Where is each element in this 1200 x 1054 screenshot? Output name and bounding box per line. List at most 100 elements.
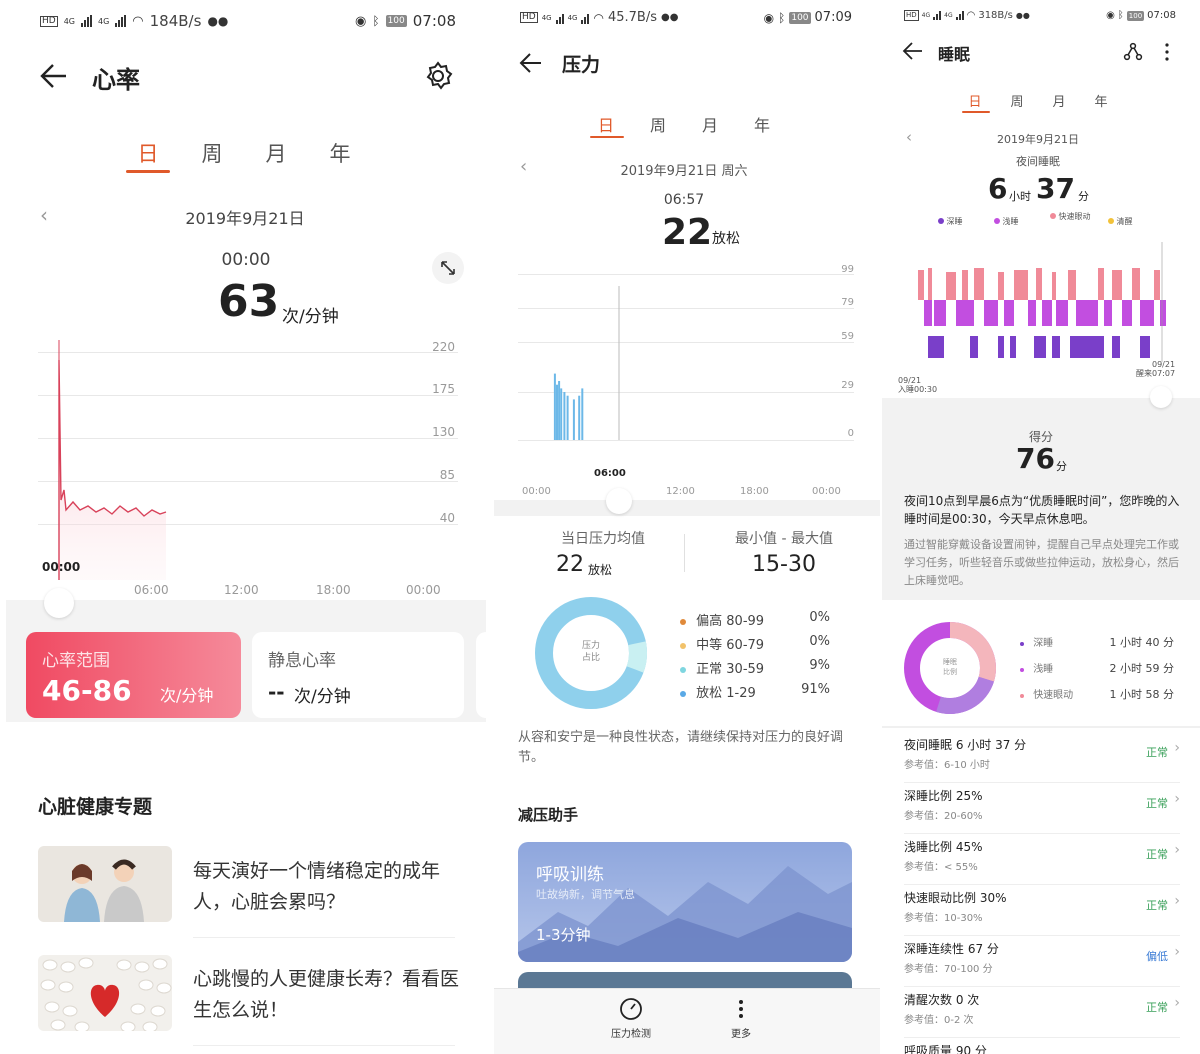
clock: 07:08 [412,12,456,30]
list-item[interactable]: 深睡连续性 67 分 参考值：70-100 分 偏低 › [904,940,1180,991]
breathing-training-card[interactable]: 呼吸训练 吐故纳新，调节气息 1-3分钟 [518,842,852,962]
legend-value: 2 小时 59 分 [1109,662,1175,675]
back-arrow-icon[interactable] [902,40,924,66]
tab-month[interactable]: 月 [684,112,736,136]
chart-scrub-handle[interactable] [606,488,632,514]
more-vertical-icon [739,1000,743,1018]
chevron-right-icon: › [1174,893,1180,909]
x-tick: 00:00 [812,486,841,497]
metric-status: 正常 [1146,1001,1168,1014]
list-item[interactable]: 清醒次数 0 次 参考值：0-2 次 正常 › [904,991,1180,1042]
heart-rate-chart: 220 175 130 85 40 00:00 06:00 12:00 18:0… [38,340,458,597]
sleep-subtitle: 夜间睡眠 [1016,155,1060,168]
network-type-label: 4G [921,12,931,19]
metric-title: 深睡连续性 67 分 [904,942,999,956]
tab-year[interactable]: 年 [736,112,788,136]
chevron-right-icon: › [1174,944,1180,960]
legend-label: 深睡 [946,217,963,226]
hd-icon: HD [40,15,58,27]
legend-row: 浅睡 2 小时 59 分 [1020,660,1174,686]
range-card-label: 心率范围 [42,651,110,671]
tab-year[interactable]: 年 [1080,91,1122,110]
stress-screen: HD 4G 4G ◠ 45.7B/s ●● ◉ ᛒ 100 07:09 压力 日… [494,0,880,1054]
next-card-peek[interactable] [476,632,492,718]
resting-heart-rate-card[interactable]: 静息心率 -- 次/分钟 [252,632,464,718]
metric-title: 浅睡比例 45% [904,840,983,854]
article-thumbnail[interactable] [38,846,172,922]
metric-reference: 参考值：6-10 小时 [904,760,990,771]
reading-time: 06:57 [663,192,705,208]
more-vertical-icon[interactable] [1162,41,1172,67]
network-type-label-2: 4G [98,16,110,26]
x-tick: 00:00 [406,583,441,597]
list-item[interactable]: 快速眼动比例 30% 参考值：10-30% 正常 › [904,889,1180,940]
legend-label: 清醒 [1116,217,1133,226]
tab-day[interactable]: 日 [116,138,180,168]
nav-more[interactable]: 更多 [716,997,766,1040]
nav-stress-test[interactable]: 压力检测 [606,997,656,1040]
x-tick: 06:00 [134,583,169,597]
prev-date-chevron-icon[interactable]: ‹ [520,156,527,177]
list-item[interactable]: 呼吸质量 90 分 [904,1042,1180,1054]
battery-icon: 100 [385,15,407,27]
x-tick: 18:00 [316,583,351,597]
status-bar: HD 4G 4G ◠ 45.7B/s ●● ◉ ᛒ 100 07:09 [494,10,880,30]
reading-unit: 放松 [712,231,740,247]
tab-year[interactable]: 年 [308,138,372,168]
article-title[interactable]: 每天演好一个情绪稳定的成年人，心脏会累吗？ [193,856,455,918]
cursor-time-label: 00:00 [42,560,81,574]
eye-icon: ◉ [1106,10,1115,21]
list-item[interactable]: 浅睡比例 45% 参考值：< 55% 正常 › [904,838,1180,889]
cursor-time-label: 06:00 [594,468,626,479]
sleep-end-date: 09/21 [1152,360,1176,369]
heart-rate-range-card[interactable]: 心率范围 46-86 次/分钟 [26,632,241,718]
legend-dot [1108,218,1114,224]
tab-week[interactable]: 周 [180,138,244,168]
page-title: 压力 [562,54,601,76]
tab-week[interactable]: 周 [996,91,1038,110]
card-duration: 1-3分钟 [536,926,591,944]
list-item[interactable]: 夜间睡眠 6 小时 37 分 参考值：6-10 小时 正常 › [904,736,1180,787]
fullscreen-expand-icon[interactable] [432,252,464,284]
network-type-label: 4G [541,13,552,22]
share-icon[interactable] [1122,41,1144,67]
bottom-nav: 压力检测 更多 [494,988,880,1054]
range-card-unit: 次/分钟 [160,686,214,705]
article-thumbnail[interactable] [38,955,172,1031]
stress-bar [553,373,556,440]
article-title[interactable]: 心跳慢的人更健康长寿？看看医生怎么说！ [193,964,459,1026]
back-arrow-icon[interactable] [38,60,70,96]
stress-bar [572,399,575,440]
chart-scrub-handle[interactable] [1150,386,1172,408]
rest-card-unit: 次/分钟 [294,687,351,707]
prev-date-chevron-icon[interactable]: ‹ [40,203,48,227]
tab-day[interactable]: 日 [954,91,996,110]
hd-icon: HD [904,10,919,21]
legend-value: 1 小时 58 分 [1109,688,1175,701]
chart-scrub-handle[interactable] [44,588,74,618]
list-item[interactable]: 深睡比例 25% 参考值：20-60% 正常 › [904,787,1180,838]
section-title: 减压助手 [518,806,579,824]
metric-reference: 参考值：0-2 次 [904,1015,974,1026]
back-arrow-icon[interactable] [518,50,544,80]
chevron-right-icon: › [1174,740,1180,756]
legend-label: 深睡 [1033,638,1054,649]
stress-bar [581,388,584,440]
legend-value: 0% [809,634,830,649]
metric-status: 正常 [1146,848,1168,861]
tab-month[interactable]: 月 [1038,91,1080,110]
prev-date-chevron-icon[interactable]: ‹ [906,128,912,146]
settings-gear-icon[interactable] [422,60,454,96]
donut-center-line: 比例 [943,668,957,676]
legend-label: 偏高 80-99 [696,614,765,629]
active-tab-indicator [962,111,990,113]
tab-day[interactable]: 日 [580,112,632,136]
tab-week[interactable]: 周 [632,112,684,136]
legend-dot [680,667,686,673]
score-value: 76 [1016,442,1055,475]
tab-month[interactable]: 月 [244,138,308,168]
wechat-icon: ●● [1015,11,1030,20]
legend-label: 正常 30-59 [696,662,765,677]
legend-dot [680,643,686,649]
period-tabs: 日 周 月 年 [580,112,788,136]
